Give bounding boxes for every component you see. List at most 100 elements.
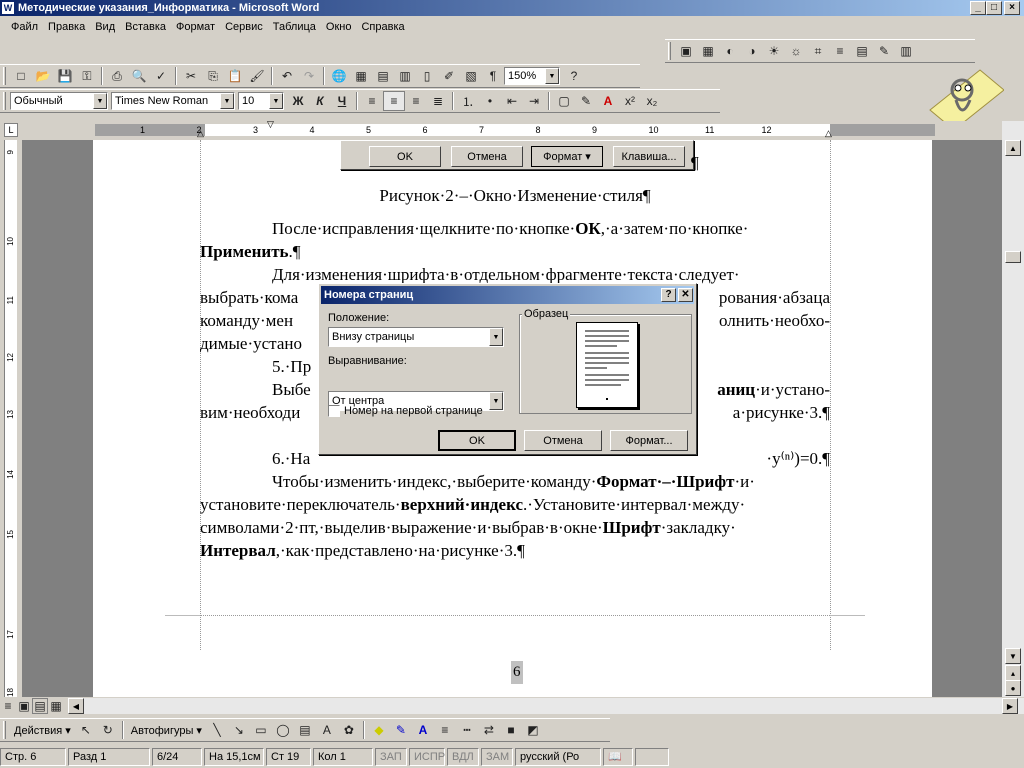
paste-icon[interactable]: 📋 [224,66,246,86]
more-brightness-icon[interactable]: ☀ [763,41,785,61]
arrow-style-icon[interactable]: ⇄ [478,720,500,740]
horizontal-scrollbar[interactable]: ◀ ▶ [68,698,1024,714]
format-picture-icon[interactable]: ▤ [851,41,873,61]
office-assistant-icon[interactable] [920,60,1005,131]
open-icon[interactable]: 📂 [32,66,54,86]
bullets-icon[interactable]: • [479,91,501,111]
align-center-icon[interactable]: ≡ [383,91,405,111]
shortcut-key-button[interactable]: Клавиша... [613,146,685,167]
image-control-icon[interactable]: ▦ [697,41,719,61]
undo-icon[interactable]: ↶ [276,66,298,86]
new-document-icon[interactable]: □ [10,66,32,86]
help-button[interactable]: ? [661,288,676,302]
scroll-left-icon[interactable]: ◀ [68,698,84,714]
menu-item[interactable]: Формат [171,21,220,33]
tables-borders-icon[interactable]: ▦ [350,66,372,86]
align-left-icon[interactable]: ≡ [361,91,383,111]
tab-stop-selector[interactable]: L [4,123,18,137]
print-preview-icon[interactable]: 🔍 [128,66,150,86]
crop-icon[interactable]: ⌗ [807,41,829,61]
prev-page-icon[interactable]: ▴ [1005,665,1021,681]
actions-menu[interactable]: Действия ▾ [10,724,75,737]
cut-icon[interactable]: ✂ [180,66,202,86]
menu-item[interactable]: Таблица [268,21,321,33]
chevron-down-icon[interactable]: ▼ [269,93,283,109]
font-combo[interactable]: Times New Roman ▼ [111,92,235,110]
italic-button[interactable]: К [309,91,331,111]
print-layout-icon[interactable]: ▤ [32,698,48,714]
scroll-up-icon[interactable]: ▲ [1005,140,1021,156]
transparent-color-icon[interactable]: ✎ [873,41,895,61]
fill-color-icon[interactable]: ◆ [368,720,390,740]
show-hide-icon[interactable]: ¶ [482,66,504,86]
left-indent-marker[interactable]: △ [197,128,204,139]
status-rec[interactable]: ЗАП [375,747,407,766]
underline-button[interactable]: Ч [331,91,353,111]
hyperlink-icon[interactable]: 🌐 [328,66,350,86]
reset-picture-icon[interactable]: ▥ [895,41,917,61]
menu-item[interactable]: Вставка [120,21,171,33]
align-right-icon[interactable]: ≡ [405,91,427,111]
document-map-icon[interactable]: ▧ [460,66,482,86]
less-brightness-icon[interactable]: ☼ [785,41,807,61]
subscript-button[interactable]: x₂ [641,91,663,111]
insert-table-icon[interactable]: ▤ [372,66,394,86]
scroll-down-icon[interactable]: ▼ [1005,648,1021,664]
format-button[interactable]: Формат... [610,430,688,451]
status-trk[interactable]: ИСПР [409,747,445,766]
less-contrast-icon[interactable]: ◑ [741,41,763,61]
increase-indent-icon[interactable]: ⇥ [523,91,545,111]
cancel-button[interactable]: Отмена [524,430,602,451]
line-style-icon[interactable]: ≡ [829,41,851,61]
menu-item[interactable]: Файл [6,21,43,33]
menu-item[interactable]: Правка [43,21,90,33]
permissions-icon[interactable]: ⚿ [76,66,98,86]
more-contrast-icon[interactable]: ◐ [719,41,741,61]
style-combo[interactable]: Обычный ▼ [10,92,108,110]
close-button[interactable]: × [1004,1,1020,15]
arrow-icon[interactable]: ↘ [228,720,250,740]
minimize-button[interactable]: _ [970,1,986,15]
normal-view-icon[interactable]: ≡ [0,698,16,714]
3d-icon[interactable]: ◩ [522,720,544,740]
spelling-status-icon[interactable]: 📖 [603,747,633,766]
menu-item[interactable]: Справка [356,21,409,33]
outline-view-icon[interactable]: ▦ [48,698,64,714]
insert-excel-icon[interactable]: ▥ [394,66,416,86]
free-rotate-icon[interactable]: ↻ [97,720,119,740]
select-objects-icon[interactable]: ↖ [75,720,97,740]
oval-icon[interactable]: ◯ [272,720,294,740]
numbering-icon[interactable]: ⒈ [457,91,479,111]
first-line-indent-marker[interactable]: ▽ [267,119,274,130]
line-style-icon[interactable]: ≡ [434,720,456,740]
ok-button[interactable]: OK [369,146,441,167]
close-icon[interactable]: ✕ [678,288,693,302]
font-color-icon[interactable]: A [597,91,619,111]
borders-icon[interactable]: ▢ [553,91,575,111]
print-icon[interactable]: ⎙ [106,66,128,86]
columns-icon[interactable]: ▯ [416,66,438,86]
menu-item[interactable]: Окно [321,21,357,33]
right-indent-marker[interactable]: △ [825,128,832,139]
save-icon[interactable]: 💾 [54,66,76,86]
chevron-down-icon[interactable]: ▼ [220,93,234,109]
dash-style-icon[interactable]: ┅ [456,720,478,740]
decrease-indent-icon[interactable]: ⇤ [501,91,523,111]
vertical-scrollbar[interactable]: ▲ ▼ ▴ ● [1002,121,1024,697]
chevron-down-icon[interactable]: ▼ [489,392,503,410]
status-ext[interactable]: ВДЛ [447,747,479,766]
position-select[interactable]: Внизу страницы ▼ [328,327,504,347]
maximize-button[interactable]: □ [986,1,1002,15]
help-icon[interactable]: ? [563,66,585,86]
line-color-icon[interactable]: ✎ [390,720,412,740]
format-painter-icon[interactable]: 🖌 [246,66,268,86]
justify-icon[interactable]: ≣ [427,91,449,111]
chevron-down-icon[interactable]: ▼ [489,328,503,346]
menu-item[interactable]: Вид [90,21,120,33]
status-ovr[interactable]: ЗАМ [481,747,513,766]
first-page-checkbox[interactable] [328,405,340,417]
format-dropdown-button[interactable]: Формат ▾ [531,146,603,167]
shadow-icon[interactable]: ■ [500,720,522,740]
spelling-icon[interactable]: ✓ [150,66,172,86]
font-color-icon[interactable]: A [412,720,434,740]
